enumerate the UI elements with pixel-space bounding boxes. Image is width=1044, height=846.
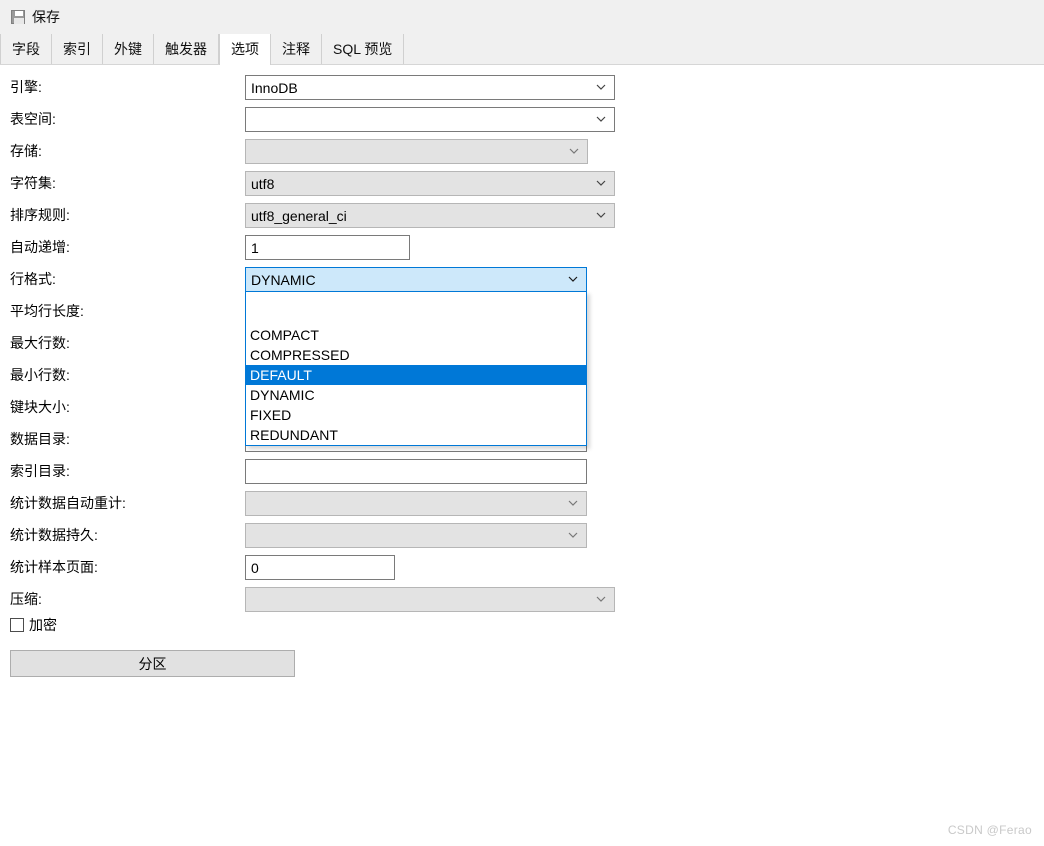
dropdown-option-compact[interactable]: COMPACT — [246, 325, 586, 345]
chevron-down-icon — [596, 114, 606, 124]
chevron-down-icon — [596, 82, 606, 92]
chevron-down-icon — [569, 146, 579, 156]
index-directory-input[interactable] — [245, 459, 587, 484]
collation-combobox[interactable]: utf8_general_ci — [245, 203, 615, 228]
chevron-down-icon — [568, 274, 578, 284]
label-engine: 引擎: — [10, 79, 42, 95]
stats-sample-pages-value: 0 — [251, 559, 259, 576]
compression-combobox[interactable] — [245, 587, 615, 612]
dropdown-option-redundant[interactable]: REDUNDANT — [246, 425, 586, 445]
label-compression: 压缩: — [10, 591, 42, 607]
dropdown-option-fixed[interactable]: FIXED — [246, 405, 586, 425]
dropdown-option-dynamic[interactable]: DYNAMIC — [246, 385, 586, 405]
row-format-value: DYNAMIC — [251, 271, 316, 288]
toolbar: 保存 — [0, 0, 1044, 34]
encryption-checkbox[interactable] — [10, 618, 24, 632]
auto-increment-value: 1 — [251, 239, 259, 256]
stats-sample-pages-input[interactable]: 0 — [245, 555, 395, 580]
label-tablespace: 表空间: — [10, 111, 56, 127]
watermark: CSDN @Ferao — [947, 823, 1032, 837]
tablespace-combobox[interactable] — [245, 107, 615, 132]
dropdown-option-empty[interactable] — [246, 292, 586, 325]
label-auto-increment: 自动递增: — [10, 239, 70, 255]
label-storage: 存储: — [10, 143, 42, 159]
charset-value: utf8 — [251, 175, 275, 192]
save-button[interactable]: 保存 — [8, 5, 66, 29]
tab-sql-preview[interactable]: SQL 预览 — [322, 34, 405, 64]
chevron-down-icon — [568, 530, 578, 540]
label-data-directory: 数据目录: — [10, 431, 70, 447]
tab-triggers[interactable]: 触发器 — [154, 34, 219, 64]
stats-persistent-combobox[interactable] — [245, 523, 587, 548]
label-max-rows: 最大行数: — [10, 335, 70, 351]
save-button-label: 保存 — [32, 9, 60, 25]
label-avg-row-length: 平均行长度: — [10, 303, 84, 319]
tab-strip: 字段 索引 外键 触发器 选项 注释 SQL 预览 — [0, 34, 1044, 65]
label-collation: 排序规则: — [10, 207, 70, 223]
label-row-format: 行格式: — [10, 271, 56, 287]
floppy-save-icon — [11, 10, 25, 24]
options-form: 引擎: InnoDB 表空间: 存储: 字符集: utf8 排序规则: utf8… — [0, 65, 1044, 846]
chevron-down-icon — [568, 498, 578, 508]
tab-indexes[interactable]: 索引 — [52, 34, 103, 64]
stats-auto-recalc-combobox[interactable] — [245, 491, 587, 516]
engine-value: InnoDB — [251, 79, 298, 96]
engine-combobox[interactable]: InnoDB — [245, 75, 615, 100]
collation-value: utf8_general_ci — [251, 207, 347, 224]
chevron-down-icon — [596, 594, 606, 604]
tab-foreign-keys[interactable]: 外键 — [103, 34, 154, 64]
row-format-dropdown-list[interactable]: COMPACT COMPRESSED DEFAULT DYNAMIC FIXED… — [245, 291, 587, 446]
label-stats-auto-recalc: 统计数据自动重计: — [10, 495, 126, 511]
chevron-down-icon — [596, 178, 606, 188]
label-stats-sample-pages: 统计样本页面: — [10, 559, 98, 575]
label-key-block-size: 键块大小: — [10, 399, 70, 415]
tab-fields[interactable]: 字段 — [0, 34, 52, 64]
encryption-checkbox-row[interactable]: 加密 — [0, 613, 57, 637]
encryption-label: 加密 — [29, 617, 57, 633]
dropdown-option-compressed[interactable]: COMPRESSED — [246, 345, 586, 365]
chevron-down-icon — [596, 210, 606, 220]
label-stats-persistent: 统计数据持久: — [10, 527, 98, 543]
row-format-combobox[interactable]: DYNAMIC — [245, 267, 587, 292]
tab-comment[interactable]: 注释 — [271, 34, 322, 64]
auto-increment-input[interactable]: 1 — [245, 235, 410, 260]
charset-combobox[interactable]: utf8 — [245, 171, 615, 196]
storage-combobox[interactable] — [245, 139, 588, 164]
dropdown-option-default[interactable]: DEFAULT — [246, 365, 586, 385]
label-min-rows: 最小行数: — [10, 367, 70, 383]
label-index-directory: 索引目录: — [10, 463, 70, 479]
label-charset: 字符集: — [10, 175, 56, 191]
tab-options[interactable]: 选项 — [219, 34, 271, 65]
partition-button[interactable]: 分区 — [10, 650, 295, 677]
